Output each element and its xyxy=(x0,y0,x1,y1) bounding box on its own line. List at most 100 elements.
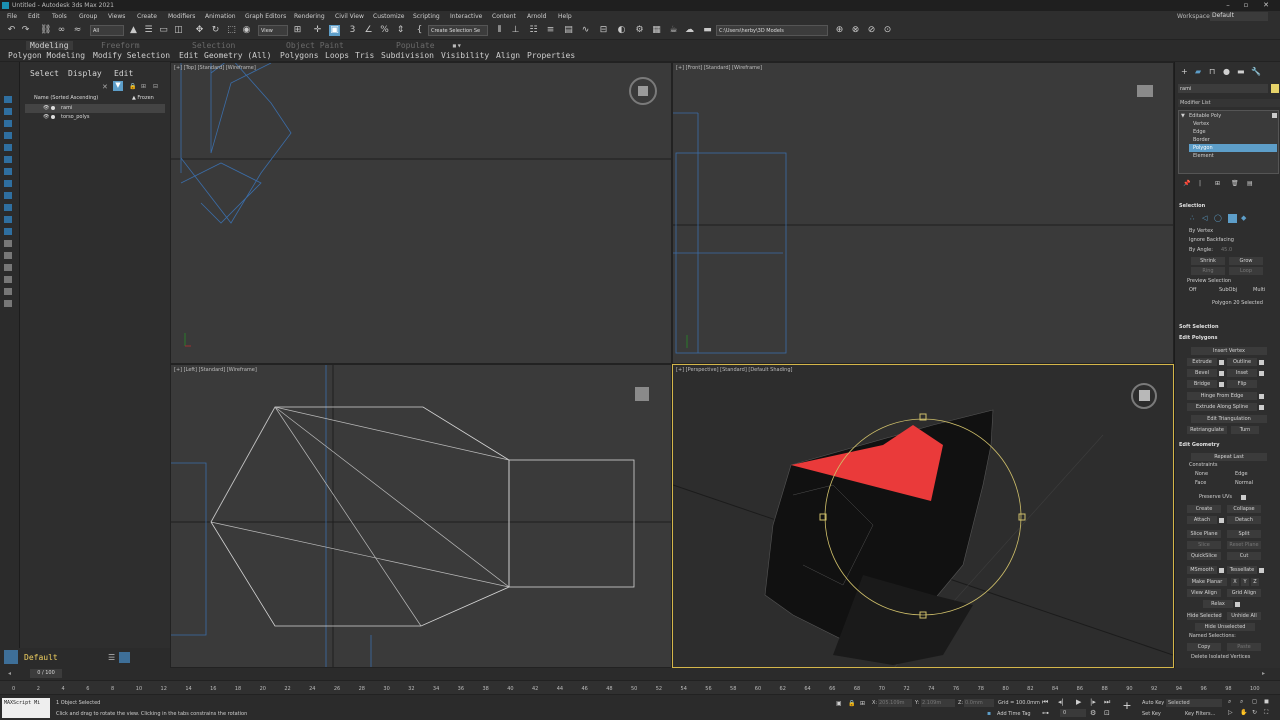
undo-icon[interactable]: ↶ xyxy=(6,25,17,36)
tab-selection[interactable]: Selection xyxy=(192,41,235,50)
mirror-icon[interactable]: ⫴ xyxy=(494,25,505,36)
create-tab-icon[interactable]: + xyxy=(1181,67,1188,76)
hide-selected-button[interactable]: Hide Selected xyxy=(1187,612,1222,620)
time-config-2-icon[interactable]: ⊡ xyxy=(1104,709,1110,717)
ribbon-subdivision[interactable]: Subdivision xyxy=(381,51,434,60)
menu-civil-view[interactable]: Civil View xyxy=(335,13,364,20)
display-tab-icon[interactable]: ▬ xyxy=(1237,67,1245,76)
menu-group[interactable]: Group xyxy=(79,13,97,20)
modify-tab-icon[interactable]: ▰ xyxy=(1195,67,1201,76)
ribbon-polygon-modeling[interactable]: Polygon Modeling xyxy=(8,51,85,60)
stack-toggle-icon[interactable] xyxy=(1272,113,1277,118)
msmooth-settings-icon[interactable] xyxy=(1219,568,1224,573)
zoom-all-icon[interactable]: ⌕ xyxy=(1240,698,1243,706)
display-lights-icon[interactable] xyxy=(4,120,12,127)
stack-edge[interactable]: Edge xyxy=(1193,129,1206,135)
layer-explorer-icon[interactable] xyxy=(4,650,18,664)
stack-vertex[interactable]: Vertex xyxy=(1193,121,1209,127)
preview-multi-radio[interactable]: Multi xyxy=(1253,287,1265,293)
loop-button[interactable]: Loop xyxy=(1229,267,1263,275)
attach-settings-icon[interactable] xyxy=(1219,518,1224,523)
hinge-settings-icon[interactable] xyxy=(1259,394,1264,399)
layer-list-icon[interactable]: ☰ xyxy=(108,653,115,662)
render-production-icon[interactable]: ☕ xyxy=(668,25,679,36)
bevel-button[interactable]: Bevel xyxy=(1187,369,1217,377)
edit-named-selection-icon[interactable]: { xyxy=(414,25,425,36)
insert-vertex-button[interactable]: Insert Vertex xyxy=(1191,347,1267,355)
viewcube-left-icon[interactable] xyxy=(635,387,649,401)
keyboard-shortcut-override-icon[interactable]: ▣ xyxy=(329,25,340,36)
menu-customize[interactable]: Customize xyxy=(373,13,405,20)
time-tag-icon[interactable]: ▪ xyxy=(987,710,991,717)
ribbon-polygons[interactable]: Polygons xyxy=(280,51,319,60)
layer-explorer-icon[interactable]: ≡ xyxy=(545,25,556,36)
ribbon-edit[interactable]: Edit xyxy=(179,51,198,60)
constraint-normal-radio[interactable]: Normal xyxy=(1235,480,1253,486)
workspaces-select[interactable]: Default xyxy=(1210,12,1268,21)
ribbon-loops[interactable]: Loops xyxy=(325,51,349,60)
maxscript-listener[interactable]: MAXScript Mi xyxy=(2,698,50,718)
reference-coordinate-select[interactable]: View xyxy=(258,25,288,36)
constraint-edge-radio[interactable]: Edge xyxy=(1235,471,1248,477)
by-vertex-checkbox[interactable]: By Vertex xyxy=(1189,228,1213,234)
extrude-along-spline-button[interactable]: Extrude Along Spline xyxy=(1187,403,1257,411)
clear-search-icon[interactable]: ✕ xyxy=(102,83,108,91)
menu-arnold[interactable]: Arnold xyxy=(527,13,546,20)
viewport-front[interactable]: [+] [Front] [Standard] [Wireframe] xyxy=(672,62,1174,364)
unlink-icon[interactable]: ∞ xyxy=(56,25,67,36)
next-frame-icon[interactable]: |▸ xyxy=(1090,698,1096,706)
preserve-uvs-settings-icon[interactable] xyxy=(1241,495,1246,500)
redo-icon[interactable]: ↷ xyxy=(20,25,31,36)
planar-x-button[interactable]: X xyxy=(1231,578,1239,586)
msmooth-button[interactable]: MSmooth xyxy=(1187,566,1217,574)
filter-icon[interactable] xyxy=(4,288,12,295)
tessellate-settings-icon[interactable] xyxy=(1259,568,1264,573)
bridge-button[interactable]: Bridge xyxy=(1187,380,1217,388)
detach-button[interactable]: Detach xyxy=(1227,516,1261,524)
display-spacewarps-icon[interactable] xyxy=(4,156,12,163)
utilities-tab-icon[interactable]: 🔧 xyxy=(1251,67,1261,76)
repeat-last-button[interactable]: Repeat Last xyxy=(1191,453,1267,461)
element-mode-icon[interactable]: ◆ xyxy=(1241,214,1246,222)
lock-icon[interactable]: 🔒 xyxy=(129,83,136,90)
set-key-icon[interactable]: + xyxy=(1120,699,1134,715)
scale-icon[interactable]: ⬚ xyxy=(226,25,237,36)
outline-button[interactable]: Outline xyxy=(1227,358,1257,366)
ribbon-align[interactable]: Align xyxy=(496,51,520,60)
preview-off-radio[interactable]: Off xyxy=(1189,287,1196,293)
current-layer[interactable]: Default xyxy=(24,653,58,662)
goto-end-icon[interactable]: ⏭ xyxy=(1104,698,1110,707)
explorer-tab-display[interactable]: Display xyxy=(68,69,102,78)
viewport-top-label[interactable]: [+] [Top] [Standard] [Wireframe] xyxy=(174,65,256,71)
display-invert-icon[interactable] xyxy=(4,264,12,271)
preserve-uvs-checkbox[interactable]: Preserve UVs xyxy=(1199,494,1232,500)
display-bones-icon[interactable] xyxy=(4,192,12,199)
turn-button[interactable]: Turn xyxy=(1231,426,1259,434)
isolate-selection-icon[interactable]: ▣ xyxy=(836,700,842,707)
display-helpers-icon[interactable] xyxy=(4,144,12,151)
viewport-perspective-label[interactable]: [+] [Perspective] [Standard] [Default Sh… xyxy=(676,367,792,373)
grow-button[interactable]: Grow xyxy=(1229,257,1263,265)
project-folder-icon[interactable]: ▬ xyxy=(702,25,713,36)
menu-edit[interactable]: Edit xyxy=(28,13,40,20)
placement-icon[interactable]: ◉ xyxy=(241,25,252,36)
scene-explorer-icon[interactable]: ☷ xyxy=(528,25,539,36)
angle-snap-icon[interactable]: ∠ xyxy=(363,25,374,36)
render-dot-icon[interactable] xyxy=(51,106,55,110)
paste-button[interactable]: Paste xyxy=(1227,643,1261,651)
viewport-front-label[interactable]: [+] [Front] [Standard] [Wireframe] xyxy=(676,65,762,71)
pin-stack-icon[interactable]: 📌 xyxy=(1183,180,1190,187)
menu-scripting[interactable]: Scripting xyxy=(413,13,440,20)
display-geometry-icon[interactable] xyxy=(4,96,12,103)
ribbon-visibility[interactable]: Visibility xyxy=(441,51,489,60)
constraint-face-radio[interactable]: Face xyxy=(1195,480,1206,486)
delete-isolated-checkbox[interactable]: Delete Isolated Vertices xyxy=(1191,654,1250,660)
spinner-snap-icon[interactable]: ⇕ xyxy=(395,25,406,36)
schematic-view-icon[interactable]: ⊟ xyxy=(598,25,609,36)
viewcube-top-icon[interactable] xyxy=(629,77,657,105)
polygon-mode-icon[interactable] xyxy=(1228,214,1237,223)
create-button[interactable]: Create xyxy=(1187,505,1221,513)
display-frozen-icon[interactable] xyxy=(4,216,12,223)
explorer-col-frozen[interactable]: ▲ Frozen xyxy=(132,95,154,101)
extrude-settings-icon[interactable] xyxy=(1219,360,1224,365)
